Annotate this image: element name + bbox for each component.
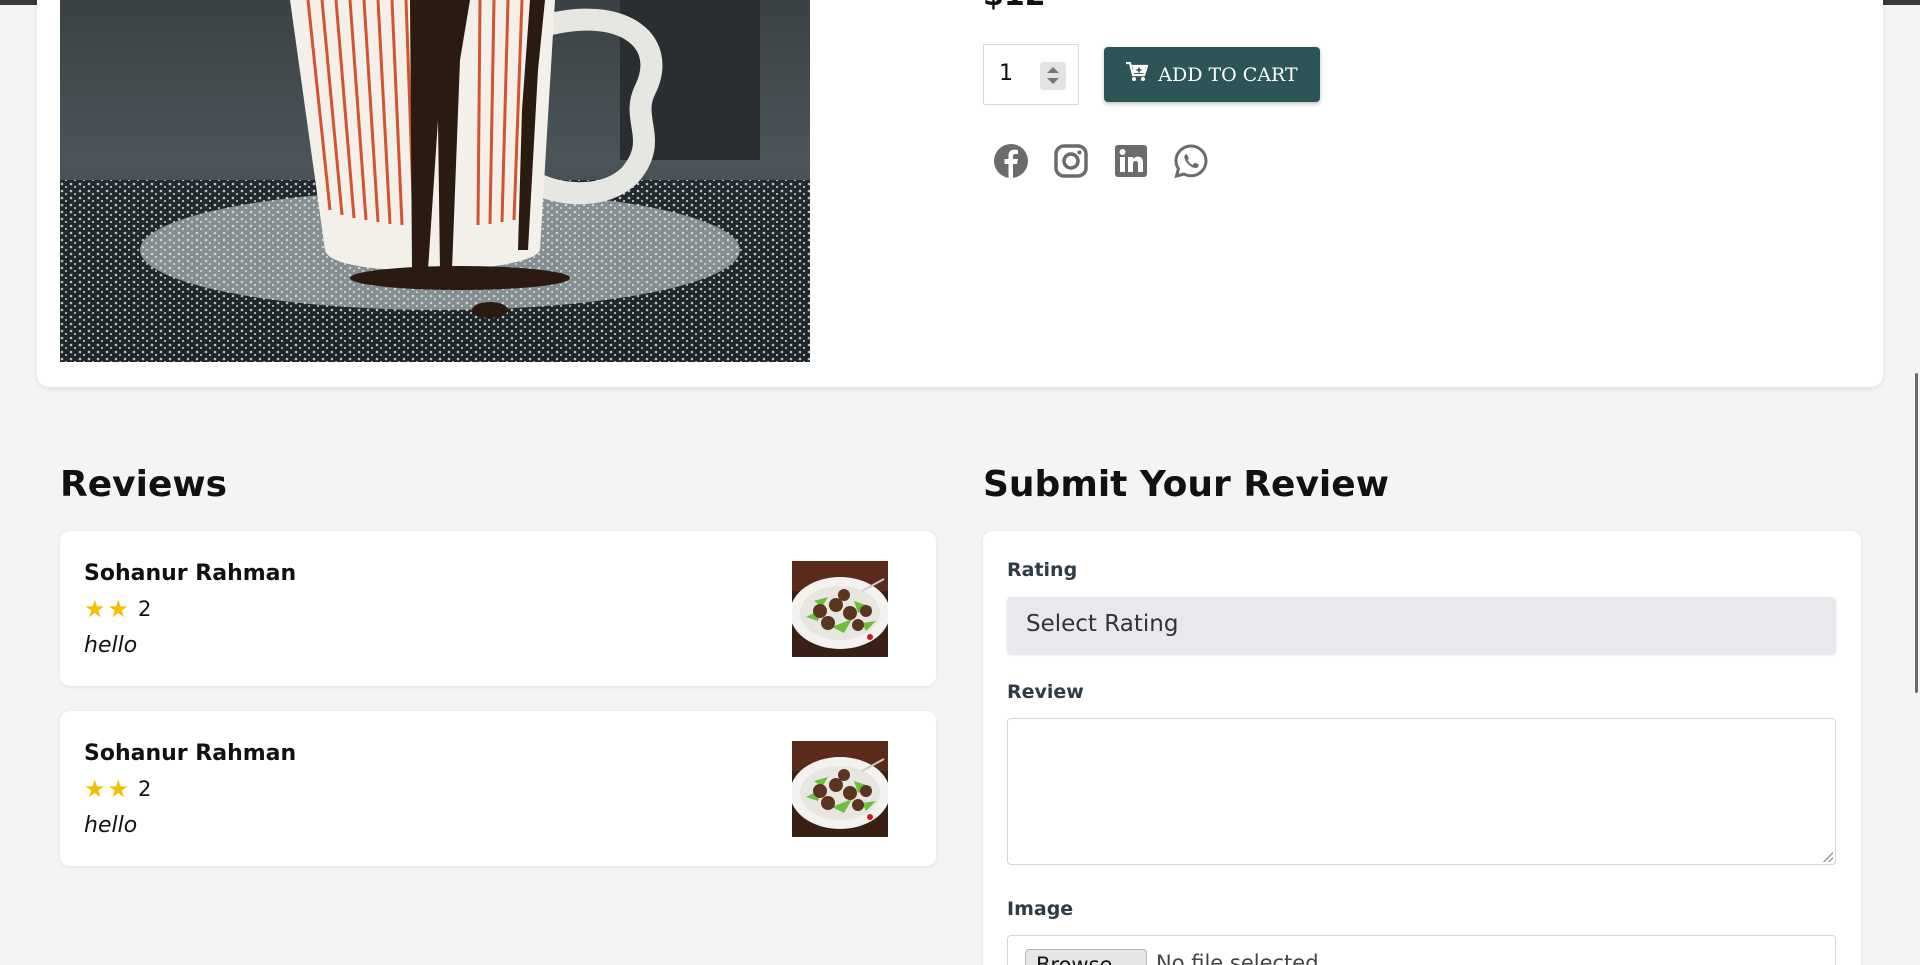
file-status: No file selected. — [1156, 951, 1326, 965]
star-icon: ★ — [84, 775, 106, 803]
review-text: hello — [84, 633, 138, 658]
review-rating: ★ ★ 2 — [84, 597, 151, 621]
add-to-cart-button[interactable]: ADD TO CART — [1104, 47, 1320, 102]
review-card: Sohanur Rahman ★ ★ 2 hello — [60, 531, 936, 686]
review-form: Rating Select Rating Review Image Browse… — [983, 531, 1861, 965]
review-text: hello — [84, 813, 138, 838]
reviews-heading: Reviews — [60, 464, 228, 505]
quantity-stepper[interactable]: 1 — [983, 44, 1079, 105]
browse-button[interactable]: Browse... — [1025, 949, 1147, 965]
page-scrollbar[interactable] — [1910, 5, 1920, 965]
add-to-cart-label: ADD TO CART — [1158, 63, 1298, 86]
scrollbar-thumb[interactable] — [1915, 373, 1918, 693]
product-price: $12 — [983, 0, 1046, 11]
review-image[interactable] — [792, 741, 888, 837]
star-icon: ★ — [84, 595, 106, 623]
star-icon: ★ — [107, 595, 130, 623]
rating-select[interactable]: Select Rating — [1007, 597, 1836, 654]
rating-number: 2 — [138, 597, 152, 621]
instagram-icon[interactable] — [1053, 143, 1089, 179]
review-textarea[interactable] — [1007, 718, 1836, 865]
rating-number: 2 — [138, 777, 152, 801]
review-card: Sohanur Rahman ★ ★ 2 hello — [60, 711, 936, 866]
resize-handle[interactable] — [1823, 852, 1833, 862]
cart-icon — [1126, 61, 1149, 87]
image-label: Image — [1007, 898, 1074, 920]
linkedin-icon[interactable] — [1113, 143, 1149, 179]
rating-label: Rating — [1007, 559, 1078, 581]
image-file-input[interactable]: Browse... No file selected. — [1007, 935, 1836, 965]
chevron-down-icon[interactable] — [1047, 78, 1059, 84]
whatsapp-icon[interactable] — [1173, 143, 1209, 179]
chevron-up-icon[interactable] — [1047, 67, 1059, 73]
quantity-spin-buttons[interactable] — [1040, 62, 1066, 90]
social-share — [993, 143, 1209, 179]
facebook-icon[interactable] — [993, 143, 1029, 179]
review-rating: ★ ★ 2 — [84, 777, 151, 801]
product-image — [60, 0, 810, 362]
quantity-value: 1 — [999, 61, 1013, 86]
star-icon: ★ — [107, 775, 130, 803]
product-card: $12 1 ADD TO CART — [37, 0, 1883, 387]
reviewer-name: Sohanur Rahman — [84, 561, 297, 586]
reviewer-name: Sohanur Rahman — [84, 741, 297, 766]
review-label: Review — [1007, 681, 1084, 703]
review-image[interactable] — [792, 561, 888, 657]
submit-review-heading: Submit Your Review — [983, 464, 1389, 505]
